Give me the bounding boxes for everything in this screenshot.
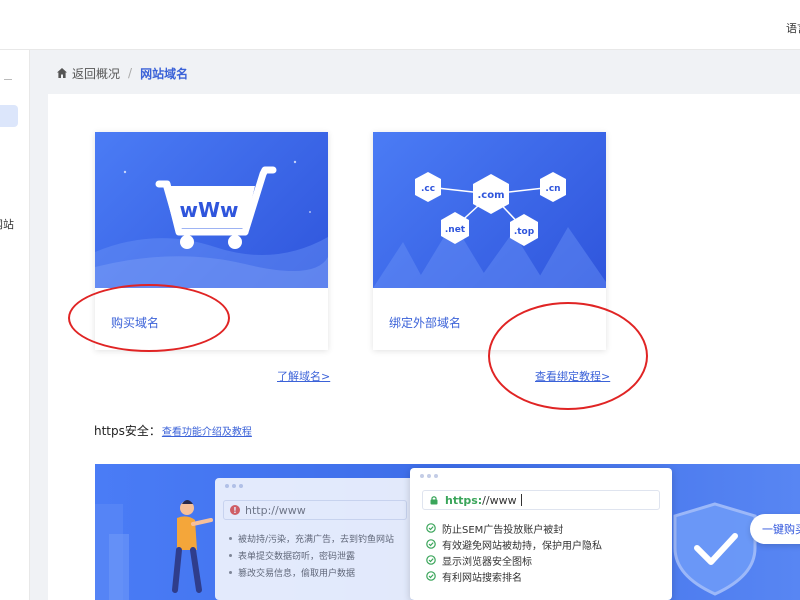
window-dots: [225, 484, 243, 488]
https-address-text: //www: [482, 493, 517, 507]
text-caret: [520, 494, 522, 506]
list-item: 显示浏览器安全图标: [426, 552, 602, 568]
bind-domain-label[interactable]: 绑定外部域名: [389, 314, 461, 331]
list-item: 篡改交易信息，偷取用户数据: [229, 564, 394, 581]
learn-domain-link[interactable]: 了解域名>: [277, 368, 330, 384]
list-item: 被劫持/污染，充满广告，去到钓鱼网站: [229, 530, 394, 547]
domain-bubble-net: .net: [445, 225, 466, 235]
sidebar-item-active[interactable]: [0, 105, 18, 127]
main-panel: wWw 购买域名 .cc .com .cn .net .top 绑定外部域名 了…: [48, 94, 800, 600]
home-icon: [57, 68, 67, 78]
www-text: wWw: [179, 198, 238, 222]
lock-icon: [430, 496, 438, 505]
top-header: 语言: [0, 0, 800, 50]
cart-illustration: wWw: [95, 160, 328, 288]
breadcrumb: 返回概况 / 网站域名: [56, 64, 188, 82]
check-circle-icon: [426, 539, 436, 549]
list-item: 防止SEM广告投放账户被封: [426, 520, 602, 536]
back-to-overview-link[interactable]: 返回概况: [72, 65, 120, 82]
domain-bubble-cc: .cc: [421, 184, 435, 194]
bind-domain-banner: .cc .com .cn .net .top: [373, 132, 606, 288]
one-click-buy-button[interactable]: 一键购买: [750, 514, 800, 544]
bind-domain-card[interactable]: .cc .com .cn .net .top 绑定外部域名: [373, 132, 606, 350]
page-title: 网站域名: [140, 66, 189, 81]
list-item: 有利网站搜索排名: [426, 568, 602, 584]
http-address-text: http://www: [245, 503, 306, 517]
list-item: 表单提交数据窃听，密码泄露: [229, 547, 394, 564]
http-browser-mockup: ! http://www 被劫持/污染，充满广告，去到钓鱼网站 表单提交数据窃听…: [215, 478, 415, 600]
sidebar-item-site[interactable]: 网站: [0, 216, 14, 232]
warning-icon: !: [230, 505, 240, 515]
domain-bubble-top: .top: [514, 227, 535, 237]
sidebar-divider: [4, 79, 12, 80]
http-address-bar: ! http://www: [223, 500, 407, 520]
buy-domain-label[interactable]: 购买域名: [111, 314, 159, 331]
domain-network-illustration: .cc .com .cn .net .top: [373, 172, 606, 288]
shield-icon: [673, 502, 757, 596]
list-item: 有效避免网站被劫持，保护用户隐私: [426, 536, 602, 552]
https-security-label: https安全：: [94, 424, 161, 438]
check-circle-icon: [426, 523, 436, 533]
language-switch[interactable]: 语言: [786, 20, 800, 36]
https-scheme-text: https:: [445, 493, 483, 507]
window-dots: [420, 474, 438, 478]
bind-tutorial-link[interactable]: 查看绑定教程>: [535, 368, 610, 384]
http-risk-list: 被劫持/污染，充满广告，去到钓鱼网站 表单提交数据窃听，密码泄露 篡改交易信息，…: [229, 530, 394, 581]
https-address-bar: https: //www: [422, 490, 660, 510]
https-security-row: https安全： 查看功能介绍及教程: [94, 422, 252, 439]
domain-bubble-cn: .cn: [545, 184, 560, 194]
check-circle-icon: [426, 571, 436, 581]
https-browser-mockup: https: //www 防止SEM广告投放账户被封 有效避免网站被劫持，保护用…: [410, 468, 672, 600]
sidebar: 网站: [0, 50, 30, 600]
https-promo-banner[interactable]: ! http://www 被劫持/污染，充满广告，去到钓鱼网站 表单提交数据窃听…: [95, 464, 800, 600]
breadcrumb-separator: /: [128, 66, 133, 80]
https-tutorial-link[interactable]: 查看功能介绍及教程: [162, 423, 252, 438]
https-benefit-list: 防止SEM广告投放账户被封 有效避免网站被劫持，保护用户隐私 显示浏览器安全图标…: [426, 520, 602, 584]
domain-bubble-com: .com: [477, 190, 504, 201]
buy-domain-banner: wWw: [95, 132, 328, 288]
check-circle-icon: [426, 555, 436, 565]
buy-domain-card[interactable]: wWw 购买域名: [95, 132, 328, 350]
person-illustration: [172, 500, 213, 593]
